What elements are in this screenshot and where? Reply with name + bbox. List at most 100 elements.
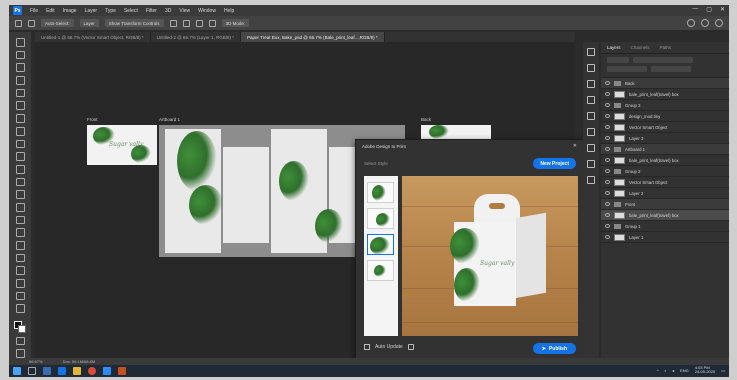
align-right-icon[interactable] [195, 19, 203, 27]
chevron-up-icon[interactable]: ^ [657, 368, 659, 373]
pen-tool-icon[interactable] [15, 228, 25, 237]
file-explorer-icon[interactable] [73, 367, 81, 375]
visibility-eye-icon[interactable] [605, 136, 610, 140]
windows-start-icon[interactable] [13, 367, 21, 375]
visibility-eye-icon[interactable] [605, 125, 610, 129]
template-thumbnail[interactable] [367, 260, 394, 281]
move-tool-icon[interactable] [15, 38, 25, 47]
properties-icon[interactable] [587, 128, 595, 136]
tab-paper-treat-box[interactable]: Paper Treat Box, Bake_psd @ 66.7% (Bale_… [240, 32, 385, 42]
mail-icon[interactable] [103, 367, 111, 375]
filter-icons[interactable] [633, 57, 693, 63]
dodge-tool-icon[interactable] [15, 215, 25, 225]
network-icon[interactable]: ▪ [665, 368, 666, 373]
search-icon[interactable] [28, 367, 36, 375]
menu-filter[interactable]: Filter [146, 8, 157, 14]
layer-row[interactable]: Layer 2 [601, 188, 729, 199]
blend-mode-dropdown[interactable] [607, 66, 647, 72]
kind-filter-dropdown[interactable] [607, 57, 629, 63]
path-select-icon[interactable] [15, 253, 25, 263]
eraser-tool-icon[interactable] [15, 177, 25, 187]
visibility-eye-icon[interactable] [605, 103, 610, 107]
visibility-eye-icon[interactable] [605, 213, 610, 217]
move-tool-icon[interactable] [28, 19, 35, 27]
type-tool-icon[interactable] [15, 241, 25, 250]
marquee-tool-icon[interactable] [15, 50, 25, 60]
template-thumbnail[interactable] [367, 208, 394, 229]
visibility-eye-icon[interactable] [605, 81, 610, 85]
visibility-eye-icon[interactable] [605, 235, 610, 239]
play-icon[interactable] [587, 64, 595, 72]
external-link-icon[interactable] [407, 344, 414, 350]
frame-tool-icon[interactable] [15, 101, 25, 111]
visibility-eye-icon[interactable] [605, 224, 610, 228]
task-view-icon[interactable] [43, 367, 51, 375]
volume-icon[interactable]: ◂ [672, 368, 674, 373]
lasso-tool-icon[interactable] [15, 63, 25, 73]
visibility-eye-icon[interactable] [605, 191, 610, 195]
maximize-icon[interactable]: ▢ [706, 6, 712, 13]
artboard-group-row[interactable]: Artboard 1 [601, 144, 729, 155]
layer-row[interactable]: bale_print_leaf(travel) box [601, 89, 729, 100]
zoom-level[interactable]: 66.67% [29, 359, 43, 364]
close-icon[interactable]: ✕ [720, 6, 725, 13]
clock[interactable]: 4:03 PM 24-05-2020 [695, 366, 715, 374]
menu-type[interactable]: Type [105, 8, 116, 14]
auto-select-label[interactable]: Auto-Select: [41, 19, 74, 27]
layer-row[interactable]: bale_print_leaf(travel) box [601, 155, 729, 166]
visibility-eye-icon[interactable] [605, 147, 610, 151]
minimize-icon[interactable]: — [692, 6, 698, 13]
template-thumbnail[interactable] [367, 182, 394, 203]
tab-layers[interactable]: Layers [607, 45, 621, 50]
visibility-eye-icon[interactable] [605, 180, 610, 184]
layer-row[interactable]: Vector Smart Object [601, 177, 729, 188]
screen-mode-icon[interactable] [15, 349, 25, 358]
menu-3d[interactable]: 3D [165, 8, 171, 14]
layer-row[interactable]: Layer 3 [601, 133, 729, 144]
healing-tool-icon[interactable] [15, 126, 25, 136]
visibility-eye-icon[interactable] [605, 92, 610, 96]
menu-help[interactable]: Help [224, 8, 234, 14]
blur-tool-icon[interactable] [15, 202, 25, 212]
artboard-back[interactable] [421, 125, 491, 139]
quick-mask-icon[interactable] [15, 336, 25, 346]
menu-window[interactable]: Window [198, 8, 216, 14]
adjustments-icon[interactable] [587, 144, 595, 152]
eyedropper-tool-icon[interactable] [15, 114, 25, 123]
language-indicator[interactable]: ENG [680, 368, 689, 373]
gradient-tool-icon[interactable] [15, 190, 25, 199]
background-color[interactable] [18, 325, 26, 334]
rectangle-tool-icon[interactable] [15, 266, 25, 276]
quick-select-tool-icon[interactable] [15, 76, 25, 85]
libraries-icon[interactable] [587, 160, 595, 168]
brush-tool-icon[interactable] [15, 139, 25, 149]
photoshop-taskbar-icon[interactable] [58, 367, 66, 375]
tab-paths[interactable]: Paths [660, 45, 672, 50]
visibility-eye-icon[interactable] [605, 169, 610, 173]
brush-settings-icon[interactable] [587, 80, 595, 88]
tab-untitled-1[interactable]: Untitled-1 @ 66.7% (Vector Smart Object,… [35, 32, 151, 42]
show-transform-checkbox[interactable]: Show Transform Controls [104, 19, 164, 27]
artboard-group-row[interactable]: Back [601, 78, 729, 89]
layer-row[interactable]: Group 2 [601, 166, 729, 177]
color-swatches[interactable] [14, 321, 26, 334]
auto-update-checkbox[interactable] [364, 344, 370, 350]
artboard-label-front[interactable]: Front [87, 117, 98, 122]
align-left-icon[interactable] [169, 19, 177, 27]
crop-tool-icon[interactable] [15, 88, 25, 98]
menu-file[interactable]: File [30, 8, 38, 14]
new-project-button[interactable]: New Project [533, 158, 576, 169]
history-icon[interactable] [587, 48, 595, 56]
workspace-icon[interactable] [701, 19, 709, 27]
tab-channels[interactable]: Channels [631, 45, 650, 50]
menu-select[interactable]: Select [124, 8, 138, 14]
zoom-tool-icon[interactable] [15, 291, 25, 301]
paragraph-icon[interactable] [587, 176, 595, 184]
more-tools-icon[interactable] [15, 304, 25, 314]
color-icon[interactable] [587, 96, 595, 104]
layer-row[interactable]: Group 3 [601, 100, 729, 111]
tab-untitled-2[interactable]: Untitled-2 @ 66.7% (Layer 1, RGB/8) * [151, 32, 241, 42]
auto-select-dropdown[interactable]: Layer [79, 19, 99, 27]
swatches-icon[interactable] [587, 112, 595, 120]
stamp-tool-icon[interactable] [15, 152, 25, 161]
